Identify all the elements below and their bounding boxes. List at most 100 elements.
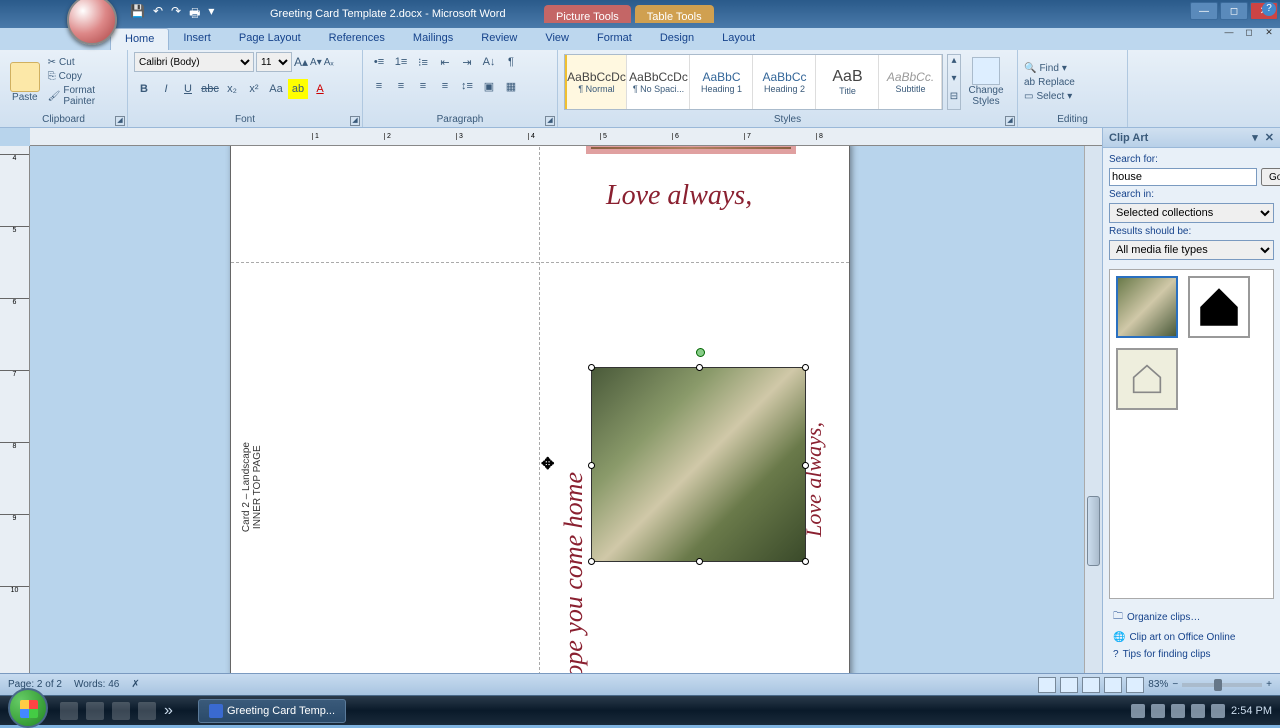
qat-more-icon[interactable]: ▾ — [208, 4, 214, 25]
resize-handle-ne[interactable] — [802, 364, 809, 371]
tab-references[interactable]: References — [315, 28, 399, 50]
vertical-scrollbar[interactable] — [1084, 146, 1102, 673]
taskbar-word-button[interactable]: Greeting Card Temp... — [198, 699, 346, 723]
clipart-result-2[interactable] — [1188, 276, 1250, 338]
view-web-layout[interactable] — [1082, 677, 1100, 693]
clear-formatting-icon[interactable]: Aₓ — [324, 57, 334, 68]
proofing-icon[interactable]: ✗ — [131, 679, 139, 690]
italic-button[interactable]: I — [156, 79, 176, 99]
doc-minimize-button[interactable]: — — [1220, 25, 1238, 39]
tray-volume-icon[interactable] — [1211, 704, 1225, 718]
pane-dropdown-icon[interactable]: ▾ — [1252, 132, 1258, 144]
page[interactable]: Love always, Card 2 – Landscape INNER TO… — [230, 146, 850, 673]
paste-button[interactable]: Paste — [6, 53, 44, 111]
tab-home[interactable]: Home — [110, 28, 169, 50]
start-button[interactable] — [8, 688, 48, 728]
rotate-handle[interactable] — [696, 348, 705, 357]
view-full-screen[interactable] — [1060, 677, 1078, 693]
clipart-result-3[interactable] — [1116, 348, 1178, 410]
change-case-button[interactable]: Aa — [266, 79, 286, 99]
style-title[interactable]: AaBTitle — [817, 55, 879, 109]
clipboard-dialog-launcher[interactable]: ◢ — [115, 116, 125, 126]
tray-network-icon[interactable] — [1191, 704, 1205, 718]
font-color-button[interactable]: A — [310, 79, 330, 99]
zoom-slider[interactable] — [1182, 683, 1262, 687]
tips-link[interactable]: ?Tips for finding clips — [1109, 646, 1274, 663]
minimize-button[interactable]: — — [1190, 2, 1218, 20]
doc-restore-button[interactable]: ◻ — [1240, 25, 1258, 39]
font-size-select[interactable]: 11 — [256, 52, 292, 72]
style-heading2[interactable]: AaBbCcHeading 2 — [754, 55, 816, 109]
align-left-button[interactable]: ≡ — [369, 76, 389, 96]
search-input[interactable] — [1109, 168, 1257, 186]
vertical-ruler[interactable]: 4567 8910 — [0, 146, 30, 673]
select-button[interactable]: ▭Select ▾ — [1024, 91, 1075, 102]
style-normal[interactable]: AaBbCcDc¶ Normal — [565, 55, 627, 109]
copy-button[interactable]: ⎘Copy — [48, 71, 121, 82]
organize-clips-link[interactable]: 🗀Organize clips… — [1109, 606, 1274, 629]
redo-icon[interactable]: ↷ — [171, 4, 181, 25]
styles-dialog-launcher[interactable]: ◢ — [1005, 116, 1015, 126]
strikethrough-button[interactable]: abc — [200, 79, 220, 99]
go-button[interactable]: Go — [1261, 168, 1280, 186]
resize-handle-n[interactable] — [696, 364, 703, 371]
love-always-text[interactable]: Love always, — [606, 180, 752, 212]
multilevel-list-button[interactable]: ⁝≡ — [413, 52, 433, 72]
tray-icon-1[interactable] — [1131, 704, 1145, 718]
decrease-indent-button[interactable]: ⇤ — [435, 52, 455, 72]
cut-button[interactable]: ✂Cut — [48, 57, 121, 68]
quicklaunch-1[interactable] — [60, 702, 78, 720]
tab-layout[interactable]: Layout — [708, 28, 769, 50]
find-button[interactable]: 🔍Find ▾ — [1024, 63, 1075, 74]
increase-indent-button[interactable]: ⇥ — [457, 52, 477, 72]
view-outline[interactable] — [1104, 677, 1122, 693]
align-center-button[interactable]: ≡ — [391, 76, 411, 96]
tab-format[interactable]: Format — [583, 28, 646, 50]
tab-view[interactable]: View — [531, 28, 583, 50]
highlight-button[interactable]: ab — [288, 79, 308, 99]
paragraph-dialog-launcher[interactable]: ◢ — [545, 116, 555, 126]
resize-handle-e[interactable] — [802, 462, 809, 469]
undo-icon[interactable]: ↶ — [153, 4, 163, 25]
line-spacing-button[interactable]: ↕≡ — [457, 76, 477, 96]
help-icon[interactable]: ? — [1262, 2, 1276, 16]
font-name-select[interactable]: Calibri (Body) — [134, 52, 254, 72]
zoom-slider-thumb[interactable] — [1214, 679, 1222, 691]
results-type-select[interactable]: All media file types — [1109, 240, 1274, 260]
resize-handle-s[interactable] — [696, 558, 703, 565]
borders-button[interactable]: ▦ — [501, 76, 521, 96]
quicklaunch-4[interactable] — [138, 702, 156, 720]
bold-button[interactable]: B — [134, 79, 154, 99]
tab-review[interactable]: Review — [467, 28, 531, 50]
sort-button[interactable]: A↓ — [479, 52, 499, 72]
align-right-button[interactable]: ≡ — [413, 76, 433, 96]
pane-close-icon[interactable]: ✕ — [1265, 132, 1274, 144]
shading-button[interactable]: ▣ — [479, 76, 499, 96]
gallery-more-icon[interactable]: ⊟ — [948, 91, 960, 109]
style-heading1[interactable]: AaBbCHeading 1 — [691, 55, 753, 109]
numbering-button[interactable]: 1≡ — [391, 52, 411, 72]
quicklaunch-3[interactable] — [112, 702, 130, 720]
document-area[interactable]: 123 45678 4567 8910 Love always, Card 2 … — [0, 128, 1102, 673]
underline-button[interactable]: U — [178, 79, 198, 99]
maximize-button[interactable]: ◻ — [1220, 2, 1248, 20]
quicklaunch-2[interactable] — [86, 702, 104, 720]
tab-design[interactable]: Design — [646, 28, 708, 50]
zoom-out-button[interactable]: − — [1172, 679, 1178, 690]
subscript-button[interactable]: x₂ — [222, 79, 242, 99]
format-painter-button[interactable]: 🖌Format Painter — [48, 85, 121, 107]
clipart-result-1[interactable] — [1116, 276, 1178, 338]
replace-button[interactable]: abReplace — [1024, 77, 1075, 88]
clipart-online-link[interactable]: 🌐Clip art on Office Online — [1109, 629, 1274, 646]
tray-clock[interactable]: 2:54 PM — [1231, 705, 1272, 717]
inserted-clipart-image[interactable] — [591, 367, 806, 562]
font-dialog-launcher[interactable]: ◢ — [350, 116, 360, 126]
search-in-select[interactable]: Selected collections — [1109, 203, 1274, 223]
show-marks-button[interactable]: ¶ — [501, 52, 521, 72]
tray-icon-3[interactable] — [1171, 704, 1185, 718]
change-styles-button[interactable]: Change Styles — [965, 53, 1007, 111]
print-icon[interactable]: 🖶 — [189, 4, 200, 25]
quicklaunch-more[interactable]: » — [164, 702, 182, 720]
zoom-level[interactable]: 83% — [1148, 679, 1168, 690]
resize-handle-nw[interactable] — [588, 364, 595, 371]
